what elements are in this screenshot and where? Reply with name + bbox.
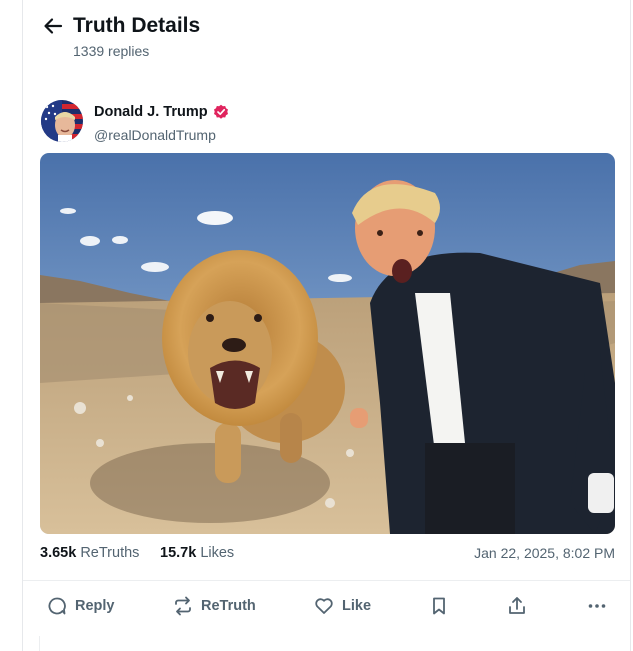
share-icon (509, 597, 525, 614)
heart-icon (315, 598, 333, 614)
reply-icon (48, 597, 66, 615)
author-info: Donald J. Trump @realDonaldTrump (41, 100, 601, 146)
reply-label: Reply (75, 598, 115, 614)
truth-details-panel: Truth Details 1339 replies Donald J. Tru… (22, 0, 631, 651)
author-handle[interactable]: @realDonaldTrump (94, 126, 216, 144)
like-button[interactable]: Like (314, 590, 371, 622)
retruth-button[interactable]: ReTruth (173, 590, 256, 622)
retruths-label: ReTruths (80, 545, 140, 561)
author-name[interactable]: Donald J. Trump (94, 103, 208, 121)
page-title: Truth Details (73, 14, 201, 37)
reply-button[interactable]: Reply (47, 590, 115, 622)
retruth-icon (175, 596, 191, 616)
share-button[interactable] (507, 590, 527, 622)
post-image[interactable] (40, 153, 615, 534)
retruths-count: 3.65k (40, 545, 77, 561)
reply-count: 1339 replies (73, 43, 150, 59)
more-icon (588, 604, 606, 608)
thread-line (39, 636, 40, 651)
avatar[interactable] (41, 100, 83, 142)
retruth-label: ReTruth (201, 598, 256, 614)
back-button[interactable] (41, 14, 65, 38)
divider (23, 580, 630, 581)
verified-badge-icon (213, 104, 229, 120)
likes-count: 15.7k (160, 545, 197, 561)
bookmark-button[interactable] (429, 590, 449, 622)
page-header: Truth Details 1339 replies (41, 14, 601, 62)
action-bar: Reply ReTruth Like (23, 590, 630, 622)
arrow-left-icon (44, 18, 63, 34)
likes-label: Likes (200, 545, 235, 561)
likes-stat[interactable]: 15.7k Likes (160, 544, 234, 562)
like-label: Like (342, 598, 372, 614)
retruths-stat[interactable]: 3.65k ReTruths (40, 544, 139, 562)
bookmark-icon (433, 597, 445, 615)
post-stats: 3.65k ReTruths 15.7k Likes Jan 22, 2025,… (40, 544, 615, 564)
post-timestamp: Jan 22, 2025, 8:02 PM (474, 545, 615, 561)
more-button[interactable] (587, 590, 607, 622)
